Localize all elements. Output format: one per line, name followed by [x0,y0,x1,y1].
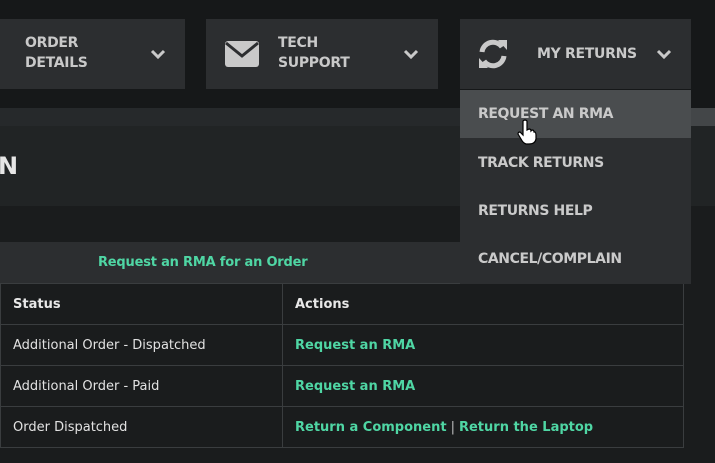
table-header-row: Status Actions [0,283,684,325]
request-rma-link[interactable]: Request an RMA [295,379,415,394]
table-row: Additional Order - Dispatched Request an… [0,324,684,366]
refresh-icon [476,37,510,71]
actions-cell: Request an RMA [282,365,684,407]
table-row: Additional Order - Paid Request an RMA [0,365,684,407]
request-rma-for-order-link[interactable]: Request an RMA for an Order [98,255,308,270]
menu-item-request-rma[interactable]: REQUEST AN RMA [460,90,691,138]
menu-item-track-returns[interactable]: TRACK RETURNS [460,139,691,187]
nav-order-details[interactable]: ORDER DETAILS [0,19,185,89]
return-component-link[interactable]: Return a Component [295,420,447,435]
status-cell: Additional Order - Paid [0,365,283,407]
divider-strip [0,108,460,126]
menu-item-cancel-complain[interactable]: CANCEL/COMPLAIN [460,235,691,283]
nav-my-returns-label: MY RETURNS [537,46,637,62]
action-separator: | [450,419,455,435]
actions-cell: Request an RMA [282,324,684,366]
chevron-down-icon [150,49,166,60]
hand-pointer-cursor-icon [517,119,537,145]
chevron-down-icon [403,49,419,60]
envelope-icon [224,40,260,68]
my-returns-dropdown-menu: REQUEST AN RMA TRACK RETURNS RETURNS HEL… [460,90,691,284]
status-cell: Order Dispatched [0,406,283,448]
nav-tech-support[interactable]: TECH SUPPORT [206,19,438,89]
chevron-down-icon [656,49,672,60]
nav-my-returns[interactable]: MY RETURNS [460,19,691,89]
request-rma-link[interactable]: Request an RMA [295,338,415,353]
actions-header: Actions [282,283,684,325]
actions-cell: Return a Component | Return the Laptop [282,406,684,448]
return-laptop-link[interactable]: Return the Laptop [459,420,593,435]
nav-order-details-label: ORDER DETAILS [25,35,88,71]
status-cell: Additional Order - Dispatched [0,324,283,366]
page-title: N [0,152,19,180]
status-header: Status [0,283,283,325]
table-row: Order Dispatched Return a Component | Retu… [0,406,684,448]
menu-item-returns-help[interactable]: RETURNS HELP [460,187,691,235]
orders-table: Status Actions Additional Order - Dispat… [0,283,684,448]
nav-tech-support-label: TECH SUPPORT [278,35,350,71]
truck-icon [0,38,6,70]
